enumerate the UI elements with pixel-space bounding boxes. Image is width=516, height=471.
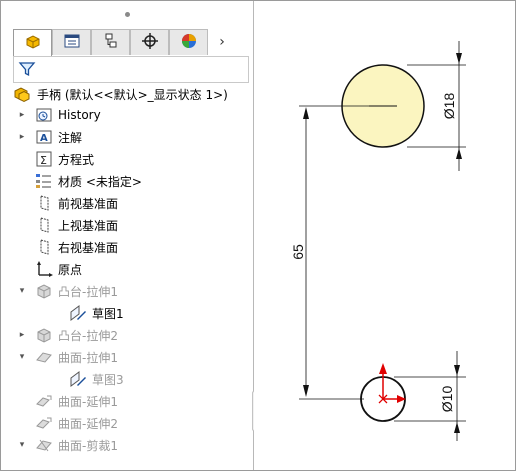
tree-item[interactable]: 材质 <未指定>	[15, 171, 142, 191]
feature-manager-panel: › 手柄 (默认<<默认>_显示状态 1>) ▸ History ▸ A 注解 Σ 方程式材…	[1, 1, 254, 470]
tab-configuration-manager[interactable]	[91, 29, 130, 55]
tree-expander-spacer	[15, 171, 29, 191]
tree-item-label: History	[58, 108, 101, 122]
tree-expander-icon[interactable]: ▸	[15, 325, 29, 345]
svg-text:A: A	[40, 133, 48, 144]
tree-item[interactable]: 曲面-延伸2	[15, 413, 118, 433]
tree-item-label: 凸台-拉伸2	[58, 328, 118, 343]
feature-manager-icon	[24, 33, 42, 54]
property-manager-icon	[63, 32, 81, 53]
dimxpert-icon	[141, 32, 159, 53]
part-icon	[13, 85, 31, 103]
tree-item-label: 曲面-延伸2	[58, 416, 118, 431]
tree-item[interactable]: ▾ 曲面-拉伸1	[15, 347, 118, 367]
manager-tabs: ›	[13, 29, 253, 57]
tree-item-label: 前视基准面	[58, 196, 119, 211]
display-manager-icon	[180, 32, 198, 53]
tab-display-manager[interactable]	[169, 29, 208, 55]
tree-item[interactable]: 草图3	[49, 369, 124, 389]
tree-item-label: 曲面-拉伸1	[58, 350, 118, 365]
tree-expander-icon[interactable]: ▾	[15, 347, 29, 367]
tree-expander-spacer	[15, 237, 29, 257]
tree-item[interactable]: ▸ A 注解	[15, 127, 82, 147]
annotation-icon: A	[35, 128, 53, 146]
tree-item-label: 草图3	[92, 372, 124, 387]
tree-item-label: 曲面-剪裁1	[58, 438, 118, 453]
tree-expander-spacer	[49, 303, 63, 323]
tree-item[interactable]: ▾ 曲面-剪裁1	[15, 435, 118, 455]
tree-item-label: 方程式	[58, 152, 95, 167]
surface-extrude-icon	[35, 348, 53, 366]
tree-expander-icon[interactable]: ▸	[15, 127, 29, 147]
tree-expander-spacer	[15, 149, 29, 169]
tree-item-label: 曲面-延伸1	[58, 394, 118, 409]
distance-dimension-text: 65	[290, 244, 306, 260]
tree-expander-icon[interactable]: ▸	[15, 105, 29, 125]
tree-expander-spacer	[49, 369, 63, 389]
tab-feature-manager[interactable]	[13, 29, 52, 57]
small-diameter-text: Ø10	[439, 386, 455, 413]
tree-item[interactable]: 上视基准面	[15, 215, 118, 235]
surface-extend-icon	[35, 392, 53, 410]
boss-extrude-icon	[35, 326, 53, 344]
tree-expander-spacer	[15, 215, 29, 235]
tree-root-part[interactable]: 手柄 (默认<<默认>_显示状态 1>)	[13, 84, 228, 104]
tree-item-label: 右视基准面	[58, 240, 119, 255]
window: › 手柄 (默认<<默认>_显示状态 1>) ▸ History ▸ A 注解 Σ 方程式材…	[0, 0, 516, 471]
tree-expander-spacer	[15, 413, 29, 433]
tree-root-label: 手柄 (默认<<默认>_显示状态 1>)	[37, 87, 228, 102]
tree-item[interactable]: 右视基准面	[15, 237, 118, 257]
tree-item-label: 草图1	[92, 306, 124, 321]
tab-scroll-right-button[interactable]: ›	[208, 29, 236, 55]
sketch-drawing: 65 Ø18 Ø10	[290, 41, 466, 441]
tree-item[interactable]: 草图1	[49, 303, 124, 323]
tree-item[interactable]: ▸ 凸台-拉伸2	[15, 325, 118, 345]
material-icon	[35, 172, 53, 190]
tree-item[interactable]: ▾ 凸台-拉伸1	[15, 281, 118, 301]
equation-icon: Σ	[35, 150, 53, 168]
tree-item[interactable]: ▸ History	[15, 105, 101, 125]
svg-text:Σ: Σ	[40, 154, 47, 167]
large-diameter-text: Ø18	[441, 93, 457, 120]
tree-item[interactable]: 原点	[15, 259, 82, 279]
panel-grip[interactable]	[125, 12, 130, 17]
configuration-manager-icon	[102, 32, 120, 53]
filter-icon[interactable]	[18, 60, 36, 81]
tree-expander-spacer	[15, 391, 29, 411]
tree-item-label: 注解	[58, 130, 83, 145]
tree-item-label: 原点	[58, 262, 83, 277]
sketch-icon	[69, 304, 87, 322]
plane-icon	[35, 216, 53, 234]
tree-item-label: 材质 <未指定>	[58, 174, 142, 189]
tree-item-label: 凸台-拉伸1	[58, 284, 118, 299]
tree-expander-icon[interactable]: ▾	[15, 435, 29, 455]
history-icon	[35, 106, 53, 124]
graphics-area[interactable]: 65 Ø18 Ø10	[254, 1, 515, 470]
tab-dimxpert-manager[interactable]	[130, 29, 169, 55]
surface-trim-icon	[35, 436, 53, 454]
tree-item[interactable]: Σ 方程式	[15, 149, 94, 169]
tree-expander-spacer	[15, 193, 29, 213]
distance-dimension[interactable]: 65	[290, 105, 382, 400]
tree-item[interactable]: 曲面-延伸1	[15, 391, 118, 411]
surface-extend-icon	[35, 414, 53, 432]
plane-icon	[35, 194, 53, 212]
filter-bar[interactable]	[13, 56, 249, 83]
tree-item[interactable]: 前视基准面	[15, 193, 118, 213]
tree-expander-icon[interactable]: ▾	[15, 281, 29, 301]
tab-property-manager[interactable]	[52, 29, 91, 55]
origin-icon	[35, 260, 53, 278]
tree-item-label: 上视基准面	[58, 218, 119, 233]
tree-expander-spacer	[15, 259, 29, 279]
plane-icon	[35, 238, 53, 256]
boss-extrude-icon	[35, 282, 53, 300]
sketch-icon	[69, 370, 87, 388]
